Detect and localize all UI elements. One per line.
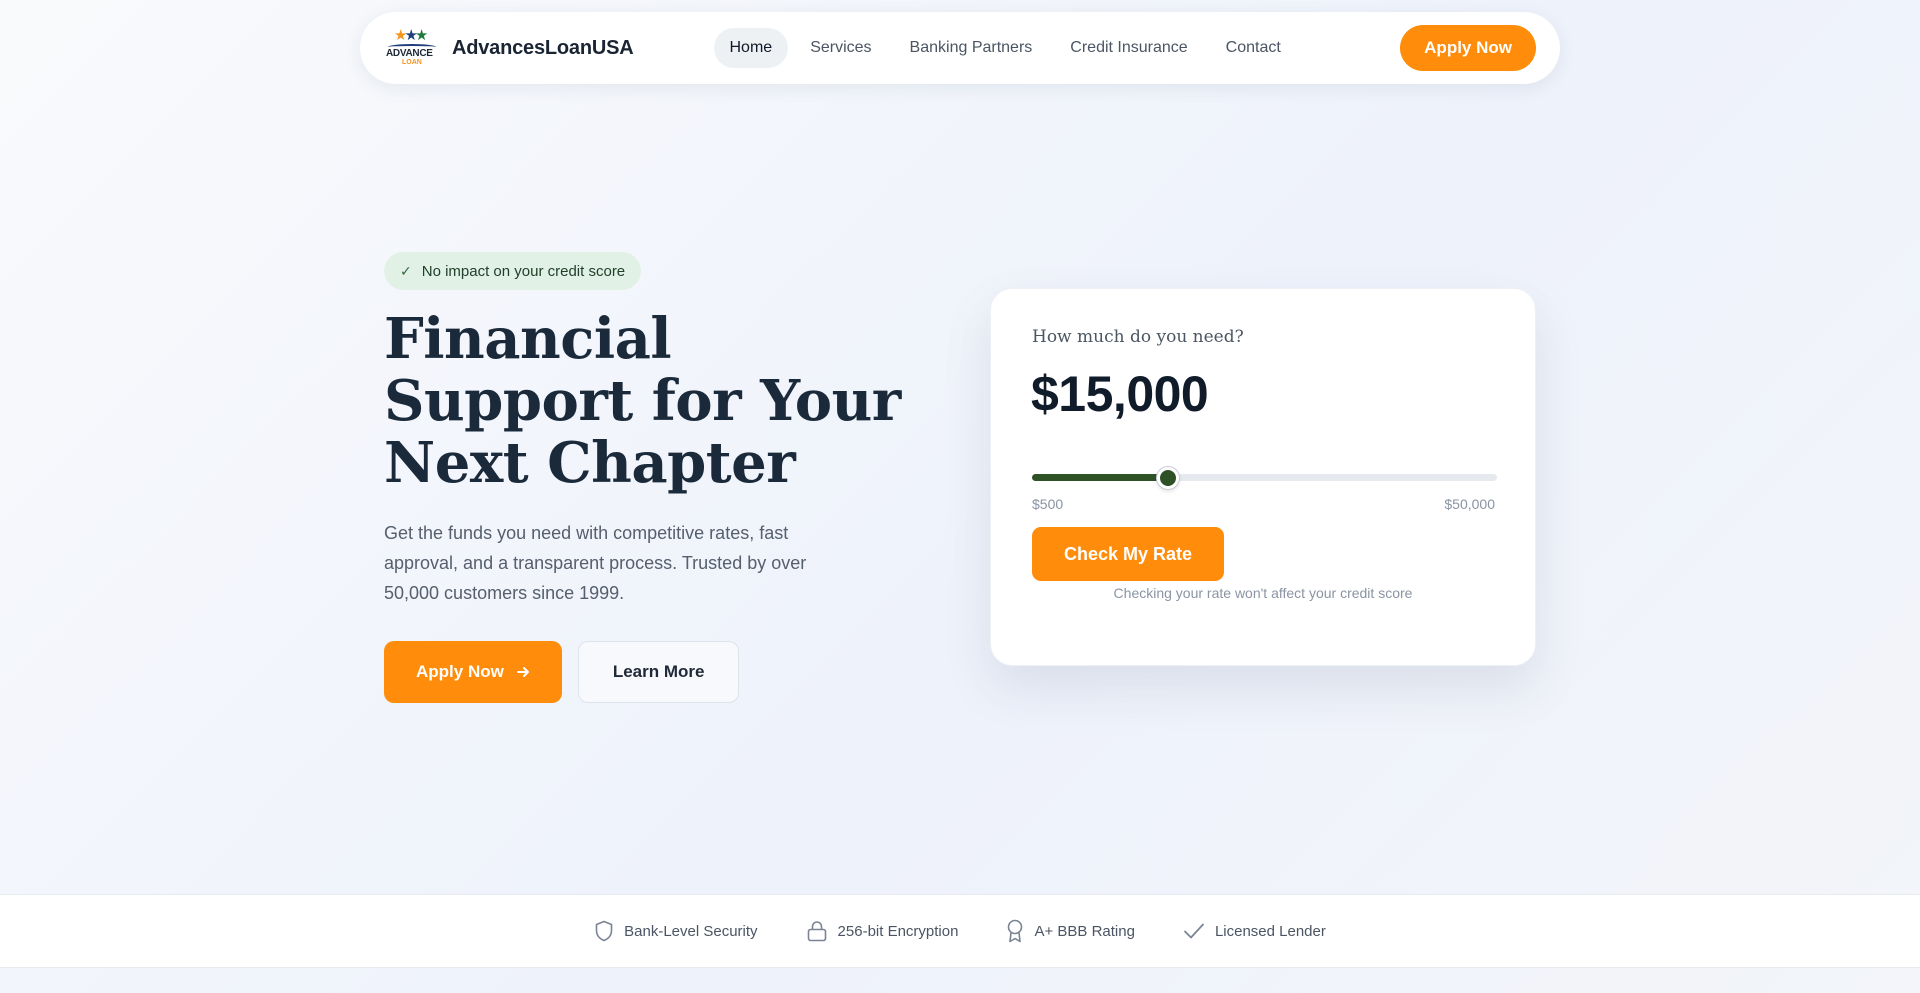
- trust-label: 256-bit Encryption: [837, 922, 959, 940]
- amount-question: How much do you need?: [1032, 327, 1244, 347]
- main-menu: Home Services Banking Partners Credit In…: [713, 28, 1297, 68]
- hero-subtext: Get the funds you need with competitive …: [384, 523, 807, 603]
- trust-item-encryption: 256-bit Encryption: [806, 920, 959, 942]
- badge-label: No impact on your credit score: [421, 262, 626, 280]
- award-icon: [1008, 919, 1023, 943]
- slider-fill: [1032, 474, 1169, 481]
- nav-link-banking-partners[interactable]: Banking Partners: [894, 28, 1049, 68]
- loan-amount-card: How much do you need? $15,000 $500 $50,0…: [990, 288, 1536, 666]
- brand-logo: ★★★ ADVANCE LOAN: [386, 28, 440, 68]
- nav-link-home[interactable]: Home: [713, 28, 789, 68]
- trust-item-bbb: A+ BBB Rating: [1006, 919, 1135, 943]
- trust-item-licensed: Licensed Lender: [1183, 922, 1326, 940]
- learn-more-button[interactable]: Learn More: [577, 641, 740, 703]
- check-my-rate-button[interactable]: Check My Rate: [1032, 527, 1225, 581]
- check-icon: [1184, 923, 1204, 939]
- trust-bar: Bank-Level Security 256-bit Encryption A…: [0, 894, 1920, 968]
- slider-handle[interactable]: [1157, 467, 1180, 489]
- arrow-right-icon: [516, 667, 529, 677]
- hero-cta-group: Apply Now Learn More: [384, 641, 740, 703]
- trust-item-security: Bank-Level Security: [594, 920, 758, 942]
- trust-label: Bank-Level Security: [624, 922, 758, 940]
- top-navbar: ★★★ ADVANCE LOAN AdvancesLoanUSA Home Se…: [360, 12, 1560, 84]
- brand[interactable]: ★★★ ADVANCE LOAN AdvancesLoanUSA: [386, 28, 634, 68]
- nav-link-services[interactable]: Services: [794, 28, 887, 68]
- slider-min-label: $500: [1032, 496, 1064, 512]
- star-icon: ★★★: [394, 27, 428, 44]
- loan-amount-slider[interactable]: [1032, 467, 1497, 489]
- brand-name: AdvancesLoanUSA: [452, 36, 634, 59]
- credit-score-badge: ✓ No impact on your credit score: [384, 252, 642, 290]
- nav-apply-button[interactable]: Apply Now: [1400, 25, 1536, 71]
- shield-icon: [595, 920, 613, 942]
- slider-max-label: $50,000: [1444, 496, 1495, 512]
- lock-icon: [807, 921, 826, 942]
- hero-headline: Financial Support for Your Next Chapter: [384, 306, 901, 496]
- check-icon: ✓: [400, 262, 412, 279]
- apply-now-button[interactable]: Apply Now: [384, 641, 562, 703]
- trust-label: Licensed Lender: [1214, 922, 1326, 940]
- rate-check-note: Checking your rate won't affect your cre…: [1113, 585, 1413, 601]
- nav-link-contact[interactable]: Contact: [1210, 28, 1297, 68]
- nav-link-credit-insurance[interactable]: Credit Insurance: [1054, 28, 1203, 68]
- apply-now-label: Apply Now: [416, 662, 504, 681]
- loan-amount-value: $15,000: [1031, 366, 1209, 422]
- trust-label: A+ BBB Rating: [1034, 922, 1135, 940]
